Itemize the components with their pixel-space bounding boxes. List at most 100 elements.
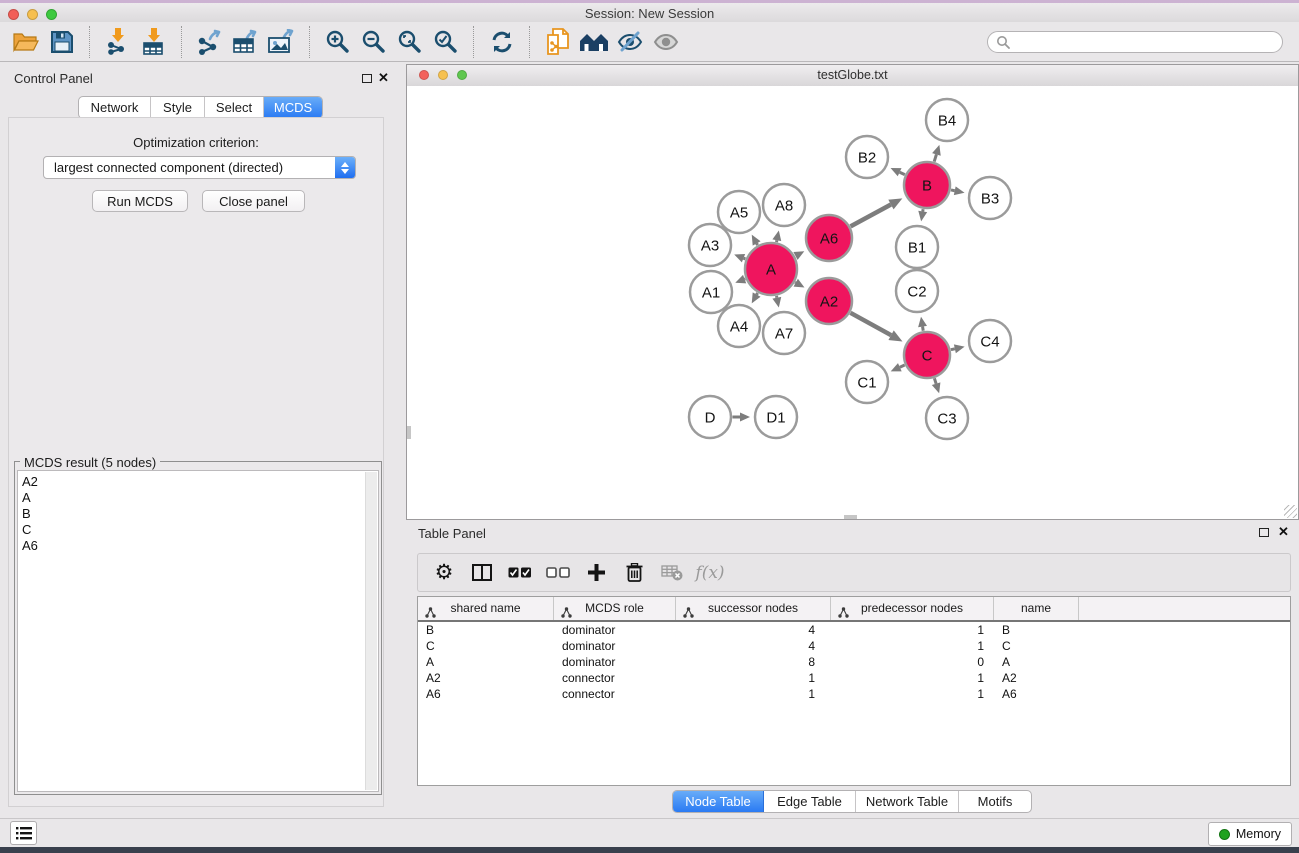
- scrollbar-track[interactable]: [365, 472, 377, 790]
- control-panel-float-icon[interactable]: [362, 74, 372, 83]
- tab-style[interactable]: Style: [151, 97, 205, 118]
- open-session-folder-icon[interactable]: [8, 25, 44, 59]
- column-header-name[interactable]: name: [994, 597, 1079, 620]
- column-header-successor-nodes[interactable]: successor nodes: [676, 597, 831, 620]
- tab-node-table[interactable]: Node Table: [673, 791, 764, 812]
- search-field: [987, 31, 1283, 53]
- graph-edge-A-A3[interactable]: [744, 258, 746, 259]
- mcds-result-item: B: [18, 506, 364, 522]
- table-cell: B: [994, 622, 1079, 638]
- toolbar-separator: [529, 26, 531, 58]
- export-image-icon[interactable]: [264, 25, 300, 59]
- table-row[interactable]: A2connector11A2: [418, 670, 1290, 686]
- table-row[interactable]: Adominator80A: [418, 654, 1290, 670]
- show-graphics-eye-icon[interactable]: [648, 25, 684, 59]
- control-panel-close-icon[interactable]: ✕: [378, 72, 389, 84]
- application-window: Session: New Session: [0, 0, 1299, 853]
- add-column-plus-icon[interactable]: [582, 559, 610, 587]
- graph-edge-C-C3[interactable]: [934, 378, 936, 383]
- split-panel-icon[interactable]: [468, 559, 496, 587]
- toolbar-separator: [181, 26, 183, 58]
- graph-node-label: C1: [857, 374, 876, 391]
- column-header-shared-name[interactable]: shared name: [418, 597, 554, 620]
- toolbar-separator: [89, 26, 91, 58]
- delete-column-trash-icon[interactable]: [620, 559, 648, 587]
- select-stepper-icon: [335, 157, 355, 178]
- export-network-icon[interactable]: [192, 25, 228, 59]
- close-panel-button[interactable]: Close panel: [202, 190, 305, 212]
- table-settings-gear-icon[interactable]: ⚙: [430, 559, 458, 587]
- vertical-scroll-nub[interactable]: [407, 426, 411, 439]
- graph-node-label: D: [705, 409, 716, 426]
- graph-edge-C-C2[interactable]: [923, 327, 924, 331]
- table-cell: dominator: [554, 654, 676, 670]
- search-input[interactable]: [987, 31, 1283, 53]
- table-panel-tabs: Node TableEdge TableNetwork TableMotifs: [672, 790, 1032, 813]
- graph-edge-arrowhead: [772, 297, 781, 308]
- clone-network-icon[interactable]: [540, 25, 576, 59]
- tab-mcds[interactable]: MCDS: [264, 97, 322, 118]
- zoom-selected-icon[interactable]: [428, 25, 464, 59]
- zoom-fit-icon[interactable]: [392, 25, 428, 59]
- network-window-titlebar: testGlobe.txt: [407, 65, 1298, 87]
- zoom-in-icon[interactable]: [320, 25, 356, 59]
- task-history-button[interactable]: [10, 821, 37, 845]
- tab-select[interactable]: Select: [205, 97, 264, 118]
- run-mcds-button[interactable]: Run MCDS: [92, 190, 188, 212]
- select-all-icon[interactable]: [506, 559, 534, 587]
- table-row[interactable]: Cdominator41C: [418, 638, 1290, 654]
- table-cell: 1: [676, 686, 831, 702]
- graph-node-label: A5: [730, 204, 748, 221]
- zoom-out-icon[interactable]: [356, 25, 392, 59]
- table-panel-close-icon[interactable]: ✕: [1278, 526, 1289, 538]
- table-cell: A6: [418, 686, 554, 702]
- graph-edge-A2-C[interactable]: [850, 313, 891, 335]
- delete-table-icon[interactable]: [658, 559, 686, 587]
- tab-edge-table[interactable]: Edge Table: [764, 791, 856, 812]
- graph-edge-B-B2[interactable]: [900, 172, 905, 174]
- deselect-all-icon[interactable]: [544, 559, 572, 587]
- mcds-result-title: MCDS result (5 nodes): [20, 455, 160, 470]
- graph-edge-A6-B[interactable]: [851, 205, 891, 227]
- graph-edge-C-C1[interactable]: [900, 365, 905, 367]
- column-header-predecessor-nodes[interactable]: predecessor nodes: [831, 597, 994, 620]
- graph-node-label: A6: [820, 230, 838, 247]
- tab-network-table[interactable]: Network Table: [856, 791, 959, 812]
- tab-motifs[interactable]: Motifs: [959, 791, 1031, 812]
- status-bar: [0, 818, 1299, 848]
- memory-button[interactable]: Memory: [1208, 822, 1292, 846]
- network-canvas[interactable]: B4B2BB3A5A8A6A3B1AA1C2A2A4A7C4CC1C3DD1: [407, 86, 1298, 519]
- function-builder-icon[interactable]: f(x): [696, 559, 724, 587]
- graph-node-label: C4: [980, 333, 999, 350]
- graph-edge-B-B3[interactable]: [951, 190, 955, 191]
- table-cell: 1: [831, 670, 994, 686]
- export-table-icon[interactable]: [228, 25, 264, 59]
- hide-graphics-eye-slash-icon[interactable]: [612, 25, 648, 59]
- graph-edge-A-A5[interactable]: [757, 243, 758, 245]
- apply-layout-refresh-icon[interactable]: [484, 25, 520, 59]
- home-welcome-icon[interactable]: [576, 25, 612, 59]
- network-graph[interactable]: B4B2BB3A5A8A6A3B1AA1C2A2A4A7C4CC1C3DD1: [407, 86, 1298, 519]
- tab-network[interactable]: Network: [79, 97, 151, 118]
- resize-grip-icon[interactable]: [1284, 505, 1297, 518]
- graph-edge-arrowhead: [918, 211, 927, 222]
- table-cell: connector: [554, 686, 676, 702]
- table-cell: A: [418, 654, 554, 670]
- graph-edge-A-A4[interactable]: [757, 293, 758, 295]
- attribute-tree-icon: [838, 603, 849, 626]
- import-table-icon[interactable]: [136, 25, 172, 59]
- table-panel-float-icon[interactable]: [1259, 528, 1269, 537]
- table-row[interactable]: Bdominator41B: [418, 622, 1290, 638]
- horizontal-scroll-nub[interactable]: [844, 515, 857, 519]
- mcds-result-list: A2ABCA6: [17, 470, 379, 792]
- table-cell: 0: [831, 654, 994, 670]
- table-row[interactable]: A6connector11A6: [418, 686, 1290, 702]
- save-session-icon[interactable]: [44, 25, 80, 59]
- column-header-MCDS-role[interactable]: MCDS role: [554, 597, 676, 620]
- graph-node-label: B3: [981, 190, 999, 207]
- graph-edge-C-C4[interactable]: [951, 349, 955, 350]
- optimization-criterion-select[interactable]: largest connected component (directed): [43, 156, 356, 179]
- import-network-icon[interactable]: [100, 25, 136, 59]
- graph-node-label: A: [766, 261, 776, 278]
- graph-edge-B-B4[interactable]: [934, 154, 936, 161]
